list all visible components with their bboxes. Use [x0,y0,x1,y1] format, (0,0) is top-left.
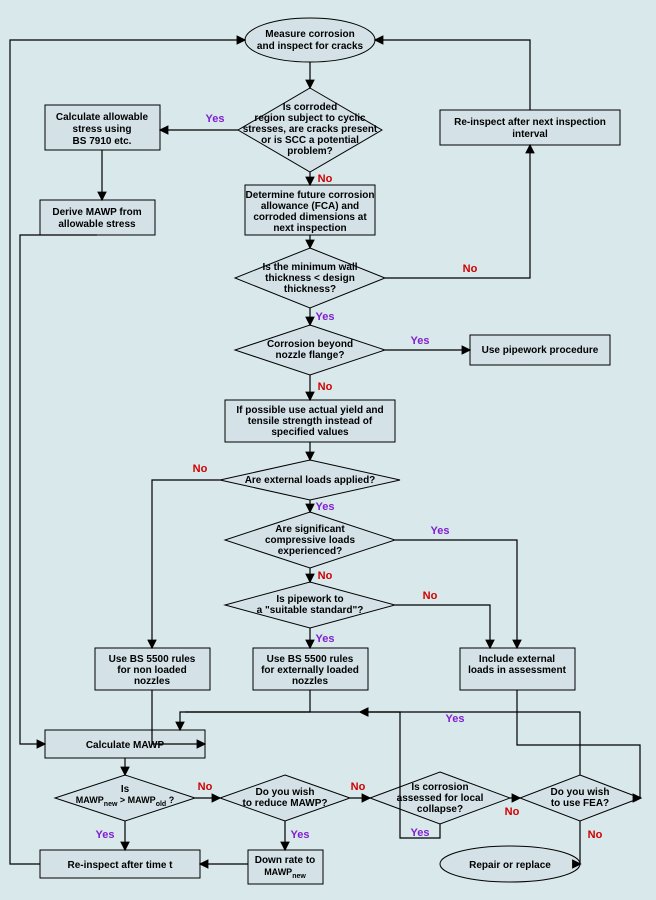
node-measure [245,18,375,62]
lbl-y2: Yes [316,311,335,323]
lbl-no: No [318,173,333,185]
t-n12: Are significantcompressive loadsexperien… [265,524,355,557]
lbl-n9: No [505,806,520,818]
lbl-y8: Yes [291,829,310,841]
t-n16: Include externalloads in assessment [468,654,566,676]
t-n17: Calculate MAWP [86,740,165,751]
t-n2: Is corrodedregion subject to cyclicstres… [243,102,378,157]
lbl-y10: Yes [446,713,465,725]
lbl-n6: No [423,590,438,602]
lbl-n8: No [351,781,366,793]
lbl-y9: Yes [411,827,430,839]
lbl-y5: Yes [431,525,450,537]
lbl-n7: No [198,781,213,793]
t-n1: Measure corrosionand inspect for cracks [257,29,364,52]
lbl-y6: Yes [316,633,335,645]
lbl-n3: No [318,381,333,393]
t-n9: Use pipework procedure [482,345,599,356]
t-n5: Derive MAWP fromallowable stress [52,207,141,230]
lbl-n4: No [193,463,208,475]
lbl-yes: Yes [206,113,225,125]
t-n21: Do you wishto use FEA? [551,787,610,809]
lbl-y4: Yes [316,501,335,513]
lbl-y3: Yes [411,335,430,347]
lbl-no2: No [463,263,478,275]
t-n11: Are external loads applied? [245,475,376,486]
t-n22: Re-inspect after time t [67,860,173,871]
lbl-n5: No [318,570,333,582]
lbl-y7: Yes [96,829,115,841]
lbl-n10: No [588,829,603,841]
t-n8: Corrosion beyondnozzle flange? [267,339,353,361]
t-n24: Repair or replace [469,860,551,871]
